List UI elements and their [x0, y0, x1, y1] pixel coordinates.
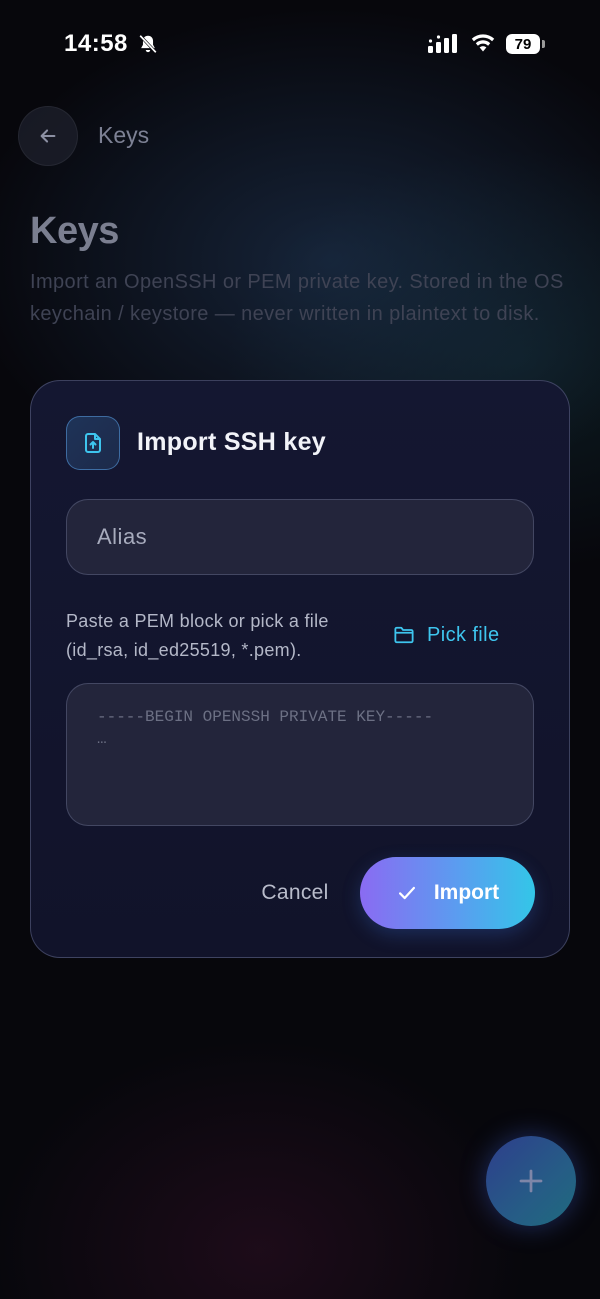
alias-input[interactable]	[66, 499, 534, 575]
status-bar: 14:58 79	[0, 0, 600, 90]
battery-level: 79	[514, 35, 532, 53]
page-title: Keys	[30, 210, 119, 252]
nav-title: Keys	[98, 122, 150, 148]
plus-icon	[519, 1169, 543, 1193]
signal-icon	[428, 34, 457, 53]
pick-file-label: Pick file	[427, 623, 500, 646]
arrow-left-icon	[40, 129, 56, 143]
add-key-fab[interactable]	[486, 1136, 576, 1226]
pem-hint: Paste a PEM block or pick a file (id_rsa…	[66, 611, 329, 660]
import-button-label: Import	[433, 881, 500, 904]
battery-nub	[542, 40, 545, 48]
page-description: Import an OpenSSH or PEM private key. St…	[30, 271, 564, 325]
back-button[interactable]	[18, 106, 78, 166]
file-upload-glyph	[85, 433, 101, 453]
pick-file-button[interactable]: Pick file	[393, 619, 500, 651]
pem-key-textarea[interactable]	[66, 683, 534, 826]
battery-icon: 79	[506, 34, 540, 54]
status-time: 14:58	[64, 30, 128, 57]
file-upload-icon	[66, 416, 120, 470]
cancel-button[interactable]: Cancel	[247, 875, 343, 911]
card-title: Import SSH key	[137, 428, 326, 456]
folder-icon	[394, 626, 414, 644]
wifi-icon	[471, 34, 495, 52]
check-icon	[398, 886, 415, 900]
bell-muted-icon	[139, 34, 157, 54]
import-button[interactable]: Import	[360, 857, 535, 929]
import-key-card: Import SSH key Paste a PEM block or pick…	[30, 380, 570, 958]
